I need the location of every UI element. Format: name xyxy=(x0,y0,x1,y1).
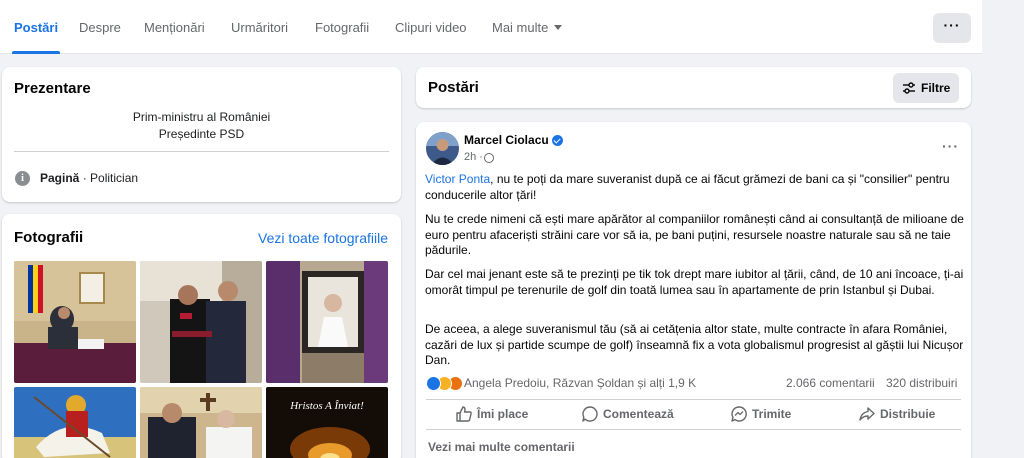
comments-count[interactable]: 2.066 comentarii xyxy=(786,376,875,390)
photos-title: Fotografii xyxy=(14,229,84,246)
tab-photos[interactable]: Fotografii xyxy=(315,0,369,54)
reactors-summary[interactable]: Angela Predoiu, Răzvan Șoldan și alți 1,… xyxy=(464,376,696,390)
post-options-button[interactable]: ··· xyxy=(942,138,959,154)
post-paragraph: Victor Ponta, nu te poți da mare suveran… xyxy=(425,172,966,203)
tab-followers[interactable]: Urmăritori xyxy=(231,0,288,54)
post-card: Marcel Ciolacu 2h · ··· Victor Ponta, nu… xyxy=(416,122,971,458)
filter-sliders-icon xyxy=(903,82,915,94)
filters-button[interactable]: Filtre xyxy=(893,73,959,103)
profile-tab-bar: Postări Despre Menționări Urmăritori Fot… xyxy=(0,0,982,54)
post-timestamp[interactable]: 2h · xyxy=(464,151,483,163)
comment-bubble-icon xyxy=(582,406,598,422)
divider xyxy=(426,429,961,430)
chevron-down-icon xyxy=(554,25,563,30)
tab-more-label: Mai multe xyxy=(492,20,549,35)
tab-more[interactable]: Mai multe xyxy=(492,0,563,54)
posts-header-card: Postări Filtre xyxy=(416,67,971,108)
tab-mentions[interactable]: Menționări xyxy=(144,0,205,54)
page-type-label: Pagină xyxy=(40,171,80,185)
posts-title: Postări xyxy=(428,79,479,96)
photo-thumbnail[interactable] xyxy=(14,261,136,383)
post-paragraph: Nu te crede nimeni că ești mare apărător… xyxy=(425,212,964,257)
divider xyxy=(14,151,389,152)
messenger-icon xyxy=(731,406,747,422)
divider xyxy=(426,399,961,400)
tab-posts[interactable]: Postări xyxy=(11,0,61,54)
shares-count[interactable]: 320 distribuiri xyxy=(886,376,957,390)
photo-thumbnail[interactable]: Hristos A Înviat! xyxy=(266,387,388,458)
like-reaction-icon xyxy=(426,376,441,391)
photo-thumbnail[interactable] xyxy=(266,261,388,383)
send-label: Trimite xyxy=(752,407,792,421)
avatar[interactable] xyxy=(426,132,459,165)
photo-thumbnail[interactable] xyxy=(140,387,262,458)
bio-line-1: Prim-ministru al României xyxy=(132,110,271,124)
post-paragraph: De aceea, a alege suveranismul tău (să a… xyxy=(425,322,964,367)
thumbs-up-icon xyxy=(456,406,472,422)
like-label: Îmi place xyxy=(477,407,529,421)
bio-line-2: Președinte PSD xyxy=(158,127,245,141)
view-more-comments-link[interactable]: Vezi mai multe comentarii xyxy=(428,440,575,454)
page-category-label: · Politician xyxy=(79,171,139,185)
intro-card: Prezentare Prim-ministru al României Pre… xyxy=(2,67,401,202)
tab-about[interactable]: Despre xyxy=(79,0,121,54)
intro-title: Prezentare xyxy=(14,80,91,97)
photo-caption: Hristos A Înviat! xyxy=(289,400,364,412)
verified-badge-icon xyxy=(552,135,563,146)
see-all-photos-link[interactable]: Vezi toate fotografiile xyxy=(258,230,388,246)
mention-link[interactable]: Victor Ponta xyxy=(425,172,490,186)
photo-thumbnail[interactable] xyxy=(140,261,262,383)
page-category: Pagină · Politician xyxy=(40,171,138,185)
filters-label: Filtre xyxy=(921,81,951,95)
comment-label: Comentează xyxy=(603,407,674,421)
globe-icon xyxy=(484,153,494,163)
post-paragraph: Dar cel mai jenant este să te prezinți p… xyxy=(425,267,964,297)
post-author[interactable]: Marcel Ciolacu xyxy=(464,133,549,147)
more-options-button[interactable]: ··· xyxy=(933,13,971,43)
photo-thumbnail[interactable] xyxy=(14,387,136,458)
tab-videos[interactable]: Clipuri video xyxy=(395,0,467,54)
post-paragraph-text: , nu te poți da mare suveranist după ce … xyxy=(425,172,950,202)
share-arrow-icon xyxy=(859,407,875,421)
share-label: Distribuie xyxy=(880,407,936,421)
info-icon: i xyxy=(15,171,30,186)
photos-card: Fotografii Vezi toate fotografiile Hrist… xyxy=(2,214,401,458)
